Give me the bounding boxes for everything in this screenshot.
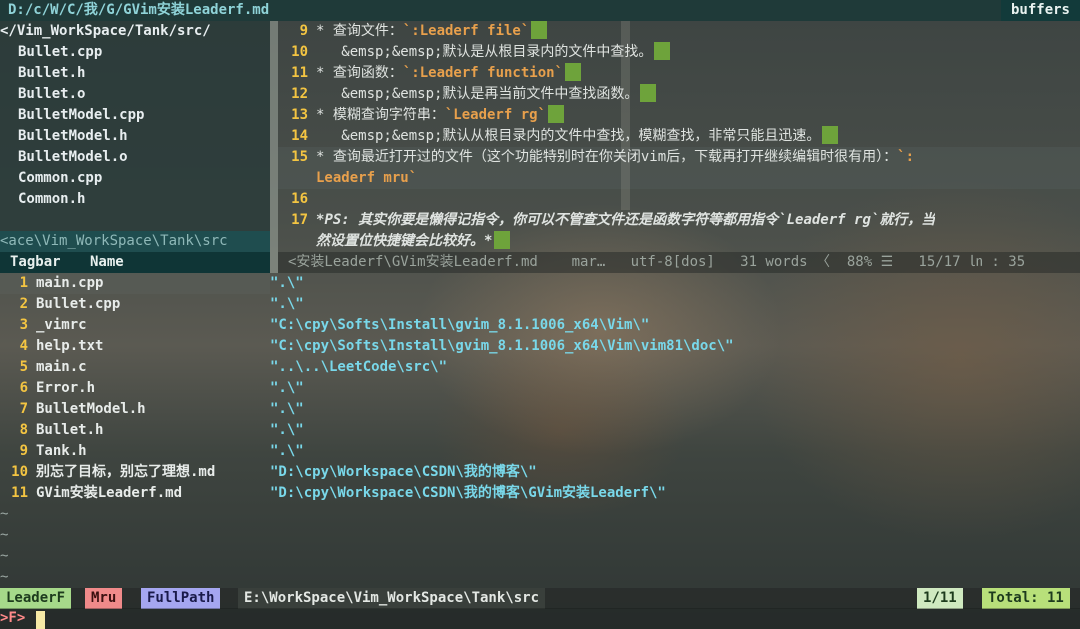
tagbar-header[interactable]: Tagbar Name (0, 252, 270, 273)
line-text[interactable]: * 查询文件： (316, 23, 403, 39)
line-number: 14 (291, 128, 308, 144)
nerdtree-file[interactable]: Bullet.o (0, 84, 288, 105)
inline-code[interactable]: `Leaderf rg` (778, 212, 879, 228)
line-number: 9 (299, 23, 308, 39)
line-text[interactable]: PS: 其实你要是懒得记指令，你可以不管查文件还是函数字符等都用指令 (324, 212, 778, 228)
line-text[interactable]: * 模糊查询字符串： (316, 107, 445, 123)
empty-line-tilde: ~ (0, 506, 9, 522)
inline-code[interactable]: `: (897, 149, 914, 165)
mru-item[interactable]: 7 BulletModel.h ".\" (0, 399, 304, 420)
line-number: 12 (291, 86, 308, 102)
tagbar-title: Tagbar (10, 254, 61, 270)
trailing-marker (822, 126, 839, 144)
leaderf-prompt: >F> (0, 610, 26, 626)
input-cursor[interactable] (36, 611, 45, 629)
line-number: 15 (291, 149, 308, 165)
result-position: 1/11 (917, 588, 963, 609)
cwd-path: E:\WorkSpace\Vim_WorkSpace\Tank\src (238, 588, 546, 609)
empty-line-tilde: ~ (0, 569, 9, 585)
line-number: 11 (291, 65, 308, 81)
trailing-marker (548, 105, 565, 123)
mru-category-badge[interactable]: Mru (85, 588, 123, 609)
leaderf-prompt-line[interactable]: >F> (0, 608, 1080, 629)
line-text[interactable]: &emsp;&emsp;默认是再当前文件中查找函数。 (316, 86, 638, 102)
mru-item[interactable]: 11 GVim安装Leaderf.md "D:\cpy\Workspace\CSDN… (0, 483, 666, 504)
leaderf-statusline: LeaderF Mru FullPath E:\WorkSpace\Vim_Wo… (0, 588, 1080, 609)
nerdtree-file[interactable]: Bullet.h (0, 63, 288, 84)
buffers-label[interactable]: buffers (1000, 0, 1080, 21)
nerdtree-file[interactable]: BulletModel.h (0, 126, 288, 147)
editor-pane[interactable]: 9 * 查询文件：`:Leaderf file` 10 &emsp;&emsp;默… (278, 21, 1080, 252)
fullpath-mode-badge[interactable]: FullPath (141, 588, 221, 609)
vertical-split (270, 252, 278, 273)
trailing-marker (531, 21, 548, 39)
line-number: 17 (291, 212, 308, 228)
result-total: Total: 11 (982, 588, 1070, 609)
vertical-split[interactable] (270, 21, 278, 252)
nerdtree-file[interactable]: Bullet.cpp (0, 42, 288, 63)
line-text[interactable]: 就行，当 (879, 212, 935, 228)
nerdtree-file[interactable]: BulletModel.cpp (0, 105, 288, 126)
line-number: 16 (291, 191, 308, 207)
nerdtree-file[interactable]: BulletModel.o (0, 147, 288, 168)
line-text[interactable]: &emsp;&emsp;默认从根目录内的文件中查找，模糊查找，非常只能且迅速。 (316, 128, 820, 144)
nerdtree-root[interactable]: </Vim_WorkSpace/Tank/src/ (0, 21, 270, 42)
inline-code-wrap[interactable]: Leaderf mru` (316, 170, 417, 186)
leaderf-mode-badge: LeaderF (0, 588, 72, 609)
tagbar-name-column: Name (90, 254, 124, 270)
trailing-marker (654, 42, 671, 60)
line-text[interactable]: * 查询最近打开过的文件（这个功能特别时在你关闭vim后，下载再打开继续编辑时很… (316, 149, 897, 165)
nerdtree-statusline: <ace\Vim_WorkSpace\Tank\src (0, 231, 270, 252)
nerdtree-file[interactable]: Common.cpp (0, 168, 288, 189)
nerdtree-pane[interactable]: </Vim_WorkSpace/Tank/src/ Bullet.cpp Bul… (0, 21, 270, 252)
line-number: 10 (291, 44, 308, 60)
mru-item[interactable]: 1 main.cpp ".\" (0, 273, 304, 294)
mru-item[interactable]: 3 _vimrc "C:\cpy\Softs\Install\gvim_8.1.10… (0, 315, 650, 336)
nerdtree-file[interactable]: Common.h (0, 189, 288, 210)
current-file-tab[interactable]: D:/c/W/C/我/G/GVim安装Leaderf.md (0, 0, 273, 21)
editor-statusline: <安装Leaderf\GVim安装Leaderf.md mar… utf-8[d… (278, 252, 1080, 273)
inline-code[interactable]: `:Leaderf function` (403, 65, 563, 81)
mru-item[interactable]: 2 Bullet.cpp ".\" (0, 294, 304, 315)
mru-item[interactable]: 9 Tank.h ".\" (0, 441, 304, 462)
line-text[interactable]: * 查询函数： (316, 65, 403, 81)
inline-code[interactable]: `Leaderf rg` (445, 107, 546, 123)
tabline: D:/c/W/C/我/G/GVim安装Leaderf.md buffers (0, 0, 1080, 21)
line-text-wrap[interactable]: 然设置位快捷键会比较好。* (316, 233, 492, 249)
mru-item[interactable]: 6 Error.h ".\" (0, 378, 304, 399)
mru-item[interactable]: 8 Bullet.h ".\" (0, 420, 304, 441)
line-text[interactable]: &emsp;&emsp;默认是从根目录内的文件中查找。 (316, 44, 652, 60)
empty-line-tilde: ~ (0, 527, 9, 543)
line-number: 13 (291, 107, 308, 123)
trailing-marker (494, 231, 511, 249)
trailing-marker (640, 84, 657, 102)
trailing-marker (565, 63, 582, 81)
mru-item[interactable]: 10 别忘了目标，别忘了理想.md "D:\cpy\Workspace\CSDN\我… (0, 462, 537, 483)
mru-item[interactable]: 4 help.txt "C:\cpy\Softs\Install\gvim_8.1.… (0, 336, 734, 357)
mru-item[interactable]: 5 main.c "..\..\LeetCode\src\" (0, 357, 447, 378)
empty-line-tilde: ~ (0, 548, 9, 564)
inline-code[interactable]: `:Leaderf file` (403, 23, 529, 39)
